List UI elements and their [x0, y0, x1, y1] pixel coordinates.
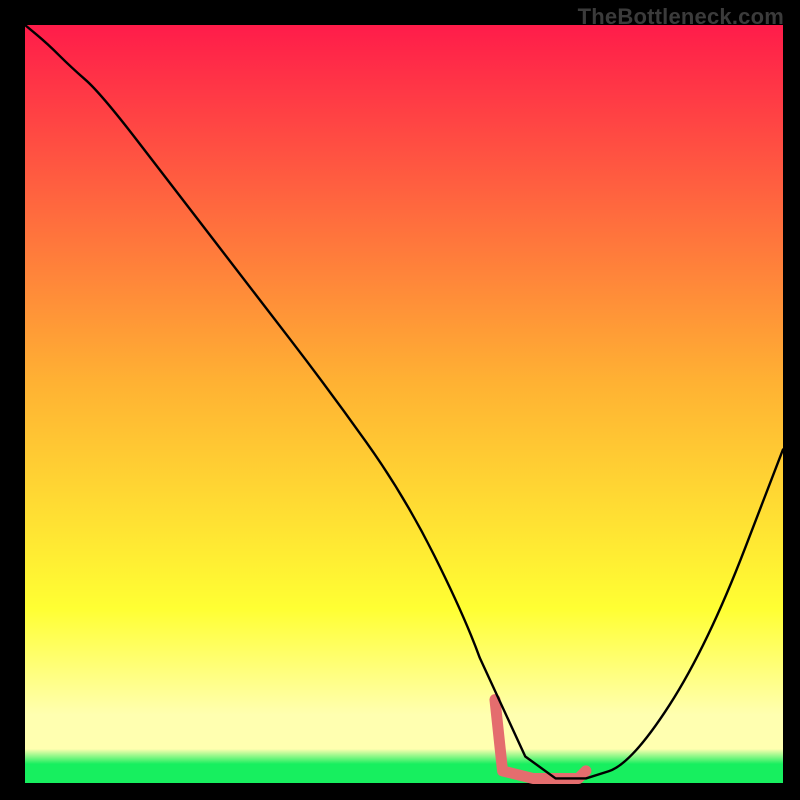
plot-area — [25, 25, 783, 783]
attribution-text: TheBottleneck.com — [578, 4, 784, 30]
chart-canvas — [0, 0, 800, 800]
chart-stage: TheBottleneck.com — [0, 0, 800, 800]
